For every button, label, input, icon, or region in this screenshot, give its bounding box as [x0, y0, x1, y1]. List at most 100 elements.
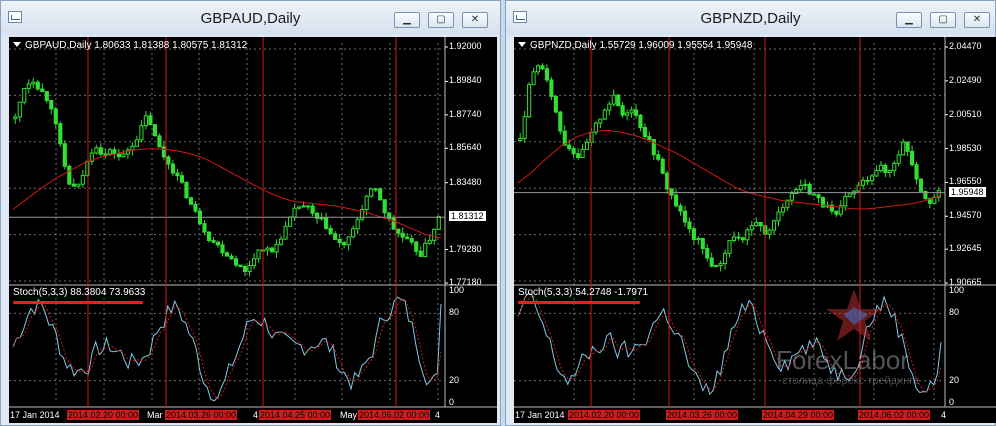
candle-body	[17, 101, 22, 118]
chart-header: GBPNZD,Daily 1.55729 1.96009 1.95554 1.9…	[518, 40, 752, 51]
chart-canvas[interactable]	[514, 37, 996, 423]
candle-body	[602, 109, 607, 120]
candle-body	[121, 153, 126, 158]
candle-body	[233, 258, 239, 266]
candle-body	[53, 108, 58, 125]
candle-body	[598, 118, 603, 124]
candle-body	[918, 178, 924, 192]
candle-body	[242, 265, 248, 272]
candle-body	[22, 87, 27, 103]
candle-body	[423, 242, 428, 257]
dropdown-arrow-icon[interactable]	[13, 42, 21, 47]
candle-body	[736, 236, 741, 239]
candle-body	[816, 194, 821, 199]
stochastic-signal-line	[12, 298, 442, 400]
title-bar[interactable]: GBPAUD,Daily ▁ ▢ ✕	[1, 1, 500, 35]
candle-body	[432, 228, 437, 241]
candle-body	[709, 257, 714, 267]
candle-body	[170, 163, 176, 174]
candle-body	[427, 239, 432, 244]
candle-body	[184, 181, 189, 199]
candle-body	[364, 195, 369, 210]
candle-body	[731, 236, 737, 242]
candle-body	[656, 154, 661, 160]
candle-body	[346, 236, 351, 246]
highlighted-date-label: 2014.04.25 00:00	[259, 410, 332, 420]
chart-area[interactable]: GBPAUD,Daily 1.80633 1.81388 1.80575 1.8…	[9, 37, 497, 423]
candle-body	[278, 238, 284, 245]
candle-body	[391, 217, 396, 230]
close-button[interactable]: ✕	[964, 12, 990, 28]
highlighted-date-label: 2014.02.20 00:00	[67, 410, 140, 420]
candle-body	[740, 237, 745, 241]
candle-body	[696, 237, 701, 240]
candle-body	[103, 153, 108, 156]
candle-body	[714, 265, 719, 268]
candle-body	[35, 81, 40, 90]
candle-body	[754, 221, 759, 227]
candle-body	[324, 217, 329, 229]
price-tick-label: 1.83480	[449, 176, 482, 187]
candle-body	[409, 238, 414, 243]
candle-body	[396, 228, 401, 234]
candle-body	[571, 148, 576, 155]
candle-body	[58, 123, 63, 145]
candle-body	[247, 265, 252, 272]
date-label: 4	[435, 410, 441, 420]
candle-body	[531, 71, 536, 86]
candle-body	[130, 145, 135, 151]
candle-body	[188, 197, 194, 205]
candle-body	[274, 243, 279, 253]
chart-window-gbpaud[interactable]: GBPAUD,Daily ▁ ▢ ✕ GBPAUD,Daily 1.80633 …	[0, 0, 501, 426]
candle-body	[418, 250, 423, 257]
candle-body	[206, 231, 212, 241]
candle-body	[527, 84, 532, 118]
close-button[interactable]: ✕	[462, 12, 488, 28]
candle-body	[143, 115, 148, 127]
candle-body	[292, 207, 297, 218]
chart-area[interactable]: GBPNZD,Daily 1.55729 1.96009 1.95554 1.9…	[514, 37, 996, 423]
candle-body	[905, 141, 910, 152]
candle-body	[901, 141, 906, 156]
price-tick-label: 2.04470	[949, 41, 982, 51]
minimize-button[interactable]: ▁	[394, 12, 420, 28]
candle-body	[669, 188, 674, 196]
candle-body	[62, 143, 67, 167]
price-tick-label: 1.92645	[949, 243, 982, 254]
price-tick-label: 1.85640	[449, 142, 482, 153]
candle-body	[310, 205, 315, 214]
candle-body	[220, 244, 225, 254]
candle-body	[116, 153, 121, 158]
candle-body	[642, 126, 647, 138]
date-label: May	[340, 410, 358, 420]
highlighted-date-label: 2014.06.02 00:00	[358, 410, 431, 420]
candle-body	[567, 144, 572, 150]
candle-body	[745, 229, 750, 241]
date-label: 17 Jan 2014	[10, 410, 60, 420]
date-label: 4	[253, 410, 259, 420]
candle-body	[76, 183, 81, 187]
chart-canvas[interactable]	[9, 37, 497, 423]
minimize-button[interactable]: ▁	[896, 12, 922, 28]
date-label: Mar	[147, 410, 163, 420]
price-tick-label: 1.92000	[449, 41, 482, 51]
candle-body	[625, 112, 630, 116]
price-tick-label: 1.94570	[949, 210, 982, 221]
maximize-button[interactable]: ▢	[428, 12, 454, 28]
stoch-scale-label: 20	[949, 374, 960, 385]
candle-body	[691, 228, 696, 240]
candle-body	[157, 135, 162, 148]
maximize-button[interactable]: ▢	[930, 12, 956, 28]
dropdown-arrow-icon[interactable]	[518, 42, 526, 47]
title-bar[interactable]: GBPNZD,Daily ▁ ▢ ✕	[506, 1, 995, 35]
chart-window-gbpnzd[interactable]: GBPNZD,Daily ▁ ▢ ✕ GBPNZD,Daily 1.55729 …	[505, 0, 996, 426]
candle-body	[558, 111, 563, 132]
current-price-label: 1.81312	[449, 211, 486, 222]
candle-body	[607, 103, 612, 111]
candle-body	[803, 183, 808, 186]
candle-body	[161, 146, 167, 158]
candle-body	[193, 203, 198, 212]
candle-body	[633, 109, 639, 116]
price-tick-label: 1.98530	[949, 142, 982, 153]
candle-body	[134, 139, 139, 147]
